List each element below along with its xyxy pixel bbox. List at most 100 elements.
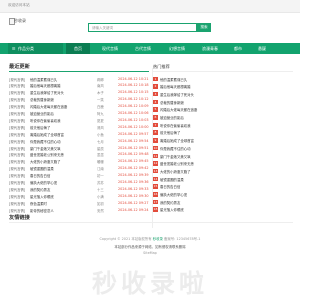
top-bar-text: 欢迎访问本站 xyxy=(8,3,30,7)
list-item-title[interactable]: 前夫他后悔了 xyxy=(160,130,180,135)
links-title: 友情链接 xyxy=(9,215,30,221)
list-item-title[interactable]: 豪门千金她又美又飒 xyxy=(160,154,191,159)
rank-badge: 17 xyxy=(153,199,158,205)
latest-title: 最近更新 xyxy=(9,64,30,70)
row-title[interactable]: 被迫营业的影后 xyxy=(30,111,54,116)
search-placeholder: 请输入关键词 xyxy=(92,25,113,30)
list-item-title[interactable]: 被迫营业的影后 xyxy=(160,115,184,120)
rank-badge: 13 xyxy=(153,168,158,174)
search-button[interactable]: 搜索 xyxy=(197,23,211,32)
row-category: [现代言情] xyxy=(9,132,26,137)
nav-item-youth[interactable]: 浪漫青春 xyxy=(196,43,224,54)
footer-copyright: Copyright © 2021 本站版权所有 秒收录 备案号: 1234567… xyxy=(0,236,300,241)
list-item-title[interactable]: 春日的告白信 xyxy=(160,184,180,189)
row-title[interactable]: 他的温柔蓄谋已久 xyxy=(30,77,57,82)
row-date: 2024-06-12 09:24 xyxy=(118,207,149,212)
footer-sitemap-link[interactable]: SiteMap xyxy=(0,251,300,255)
footer-copyright-text: Copyright © 2021 本站版权所有 xyxy=(99,237,153,241)
row-title[interactable]: 你是我藏不住的心动 xyxy=(30,139,61,144)
list-item-title[interactable]: 他的温柔蓄谋已久 xyxy=(160,77,187,82)
row-author: 江南 xyxy=(97,167,104,172)
rank-badge: 15 xyxy=(153,184,158,189)
list-item-title[interactable]: 离婚后她成了全球首富 xyxy=(160,138,194,143)
nav-item-home[interactable]: 首页 xyxy=(66,43,90,54)
row-title[interactable]: 离婚后她成了全球首富 xyxy=(30,132,64,137)
top-bar: 欢迎访问本站 xyxy=(0,0,300,13)
row-date: 2024-06-12 09:57 xyxy=(118,131,149,136)
nav-item-modern[interactable]: 现代言情 xyxy=(96,43,124,54)
row-author: 星辰 xyxy=(97,146,104,151)
list-item-title[interactable]: 大佬的小娇妻又跑了 xyxy=(160,169,191,174)
row-category: [现代言情] xyxy=(9,146,26,151)
row-title[interactable]: 总裁的替身新娘 xyxy=(30,97,54,102)
rank-badge: 1 xyxy=(153,76,158,81)
search-input[interactable]: 请输入关键词 xyxy=(88,23,197,32)
row-category: [现代言情] xyxy=(9,112,26,116)
table-row[interactable]: [现代言情] 影帝的秘密恋人 安然 2024-06-12 09:24 xyxy=(0,206,150,213)
watermark: 秒收录啦 xyxy=(91,269,208,298)
row-author: 墨墨 xyxy=(97,153,104,158)
row-title[interactable]: 破镜重圆的温柔 xyxy=(30,166,54,171)
row-title[interactable]: 偏执大佬的掌心宠 xyxy=(30,180,57,185)
row-author: 七月 xyxy=(97,139,104,144)
nav-item-urban[interactable]: 都市 xyxy=(228,43,248,54)
rank-badge: 11 xyxy=(153,153,158,158)
row-date: 2024-06-12 09:30 xyxy=(118,193,149,198)
list-item[interactable]: 18 星光落入你眼底 xyxy=(153,206,293,215)
site-logo[interactable]: 秒收录 xyxy=(9,17,37,26)
row-category: [现代言情] xyxy=(9,201,26,206)
row-title[interactable]: 影帝的秘密恋人 xyxy=(30,208,54,213)
footer-icp: 备案号: 12345678号-1 xyxy=(162,237,201,241)
row-title[interactable]: 重生后我嫁给了死对头 xyxy=(30,90,64,95)
row-category: [现代言情] xyxy=(9,208,26,213)
row-date: 2024-06-12 10:12 xyxy=(118,97,149,102)
list-item-title[interactable]: 婚后他每天都想离婚 xyxy=(160,84,191,89)
row-title[interactable]: 豪门千金她又美又飒 xyxy=(30,146,61,151)
latest-title-underline xyxy=(9,71,149,72)
row-date: 2024-06-12 10:09 xyxy=(118,104,149,109)
row-title[interactable]: 前夫他后悔了 xyxy=(30,125,50,130)
rank-badge: 9 xyxy=(153,138,158,143)
footer-site-link[interactable]: 秒收录 xyxy=(153,237,163,241)
list-item-title[interactable]: 星光落入你眼底 xyxy=(160,207,184,212)
rank-badge: 2 xyxy=(153,84,158,89)
row-category: [现代言情] xyxy=(9,77,26,82)
list-item-title[interactable]: 听说你在偷偷喜欢我 xyxy=(160,123,191,128)
row-author: 十三 xyxy=(97,187,104,192)
category-menu[interactable]: ☰ 作品分类 xyxy=(8,43,63,54)
menu-icon: ☰ xyxy=(11,46,16,51)
nav-item-ancient[interactable]: 古代言情 xyxy=(129,43,157,54)
row-author: 如初 xyxy=(97,201,104,206)
list-item-title[interactable]: 重生后我嫁给了死对头 xyxy=(160,92,194,97)
list-item-title[interactable]: 偏执大佬的掌心宠 xyxy=(160,192,187,197)
list-item-title[interactable]: 我的契约男友 xyxy=(160,200,180,205)
list-item-title[interactable]: 盛世宠婚老公别来无恙 xyxy=(160,161,194,166)
row-title[interactable]: 婚后他每天都想离婚 xyxy=(30,83,61,88)
row-author: 夏夏 xyxy=(97,118,104,123)
row-title[interactable]: 夜色温柔时 xyxy=(30,201,47,206)
hot-title: 热门推荐 xyxy=(153,64,170,69)
row-author: 一笑 xyxy=(97,98,104,103)
nav-item-fantasy[interactable]: 幻想言情 xyxy=(163,43,191,54)
list-item-title[interactable]: 你是我藏不住的心动 xyxy=(160,146,191,151)
category-label: 作品分类 xyxy=(18,46,34,51)
row-author: 清风 xyxy=(97,125,104,130)
row-title[interactable]: 我的契约男友 xyxy=(30,187,50,192)
list-item-title[interactable]: 总裁的替身新娘 xyxy=(160,100,184,105)
row-category: [现代言情] xyxy=(9,125,26,130)
row-title[interactable]: 春日的告白信 xyxy=(30,173,50,178)
list-item-title[interactable]: 闪婚后大佬每天都在追妻 xyxy=(160,107,197,112)
row-title[interactable]: 大佬的小娇妻又跑了 xyxy=(30,159,61,164)
rank-badge: 4 xyxy=(153,99,158,105)
row-title[interactable]: 闪婚后大佬每天都在追妻 xyxy=(30,104,67,109)
row-category: [现代言情] xyxy=(9,105,26,110)
row-title[interactable]: 星光落入你眼底 xyxy=(30,194,54,199)
rank-badge: 8 xyxy=(153,130,158,135)
row-date: 2024-06-12 10:21 xyxy=(118,76,149,81)
list-item-title[interactable]: 破镜重圆的温柔 xyxy=(160,177,184,182)
nav-item-suspense[interactable]: 悬疑 xyxy=(252,43,272,54)
row-title[interactable]: 听说你在偷偷喜欢我 xyxy=(30,118,61,123)
row-category: [现代言情] xyxy=(9,174,26,179)
row-title[interactable]: 盛世宠婚老公别来无恙 xyxy=(30,152,64,157)
row-date: 2024-06-12 09:27 xyxy=(118,200,149,205)
